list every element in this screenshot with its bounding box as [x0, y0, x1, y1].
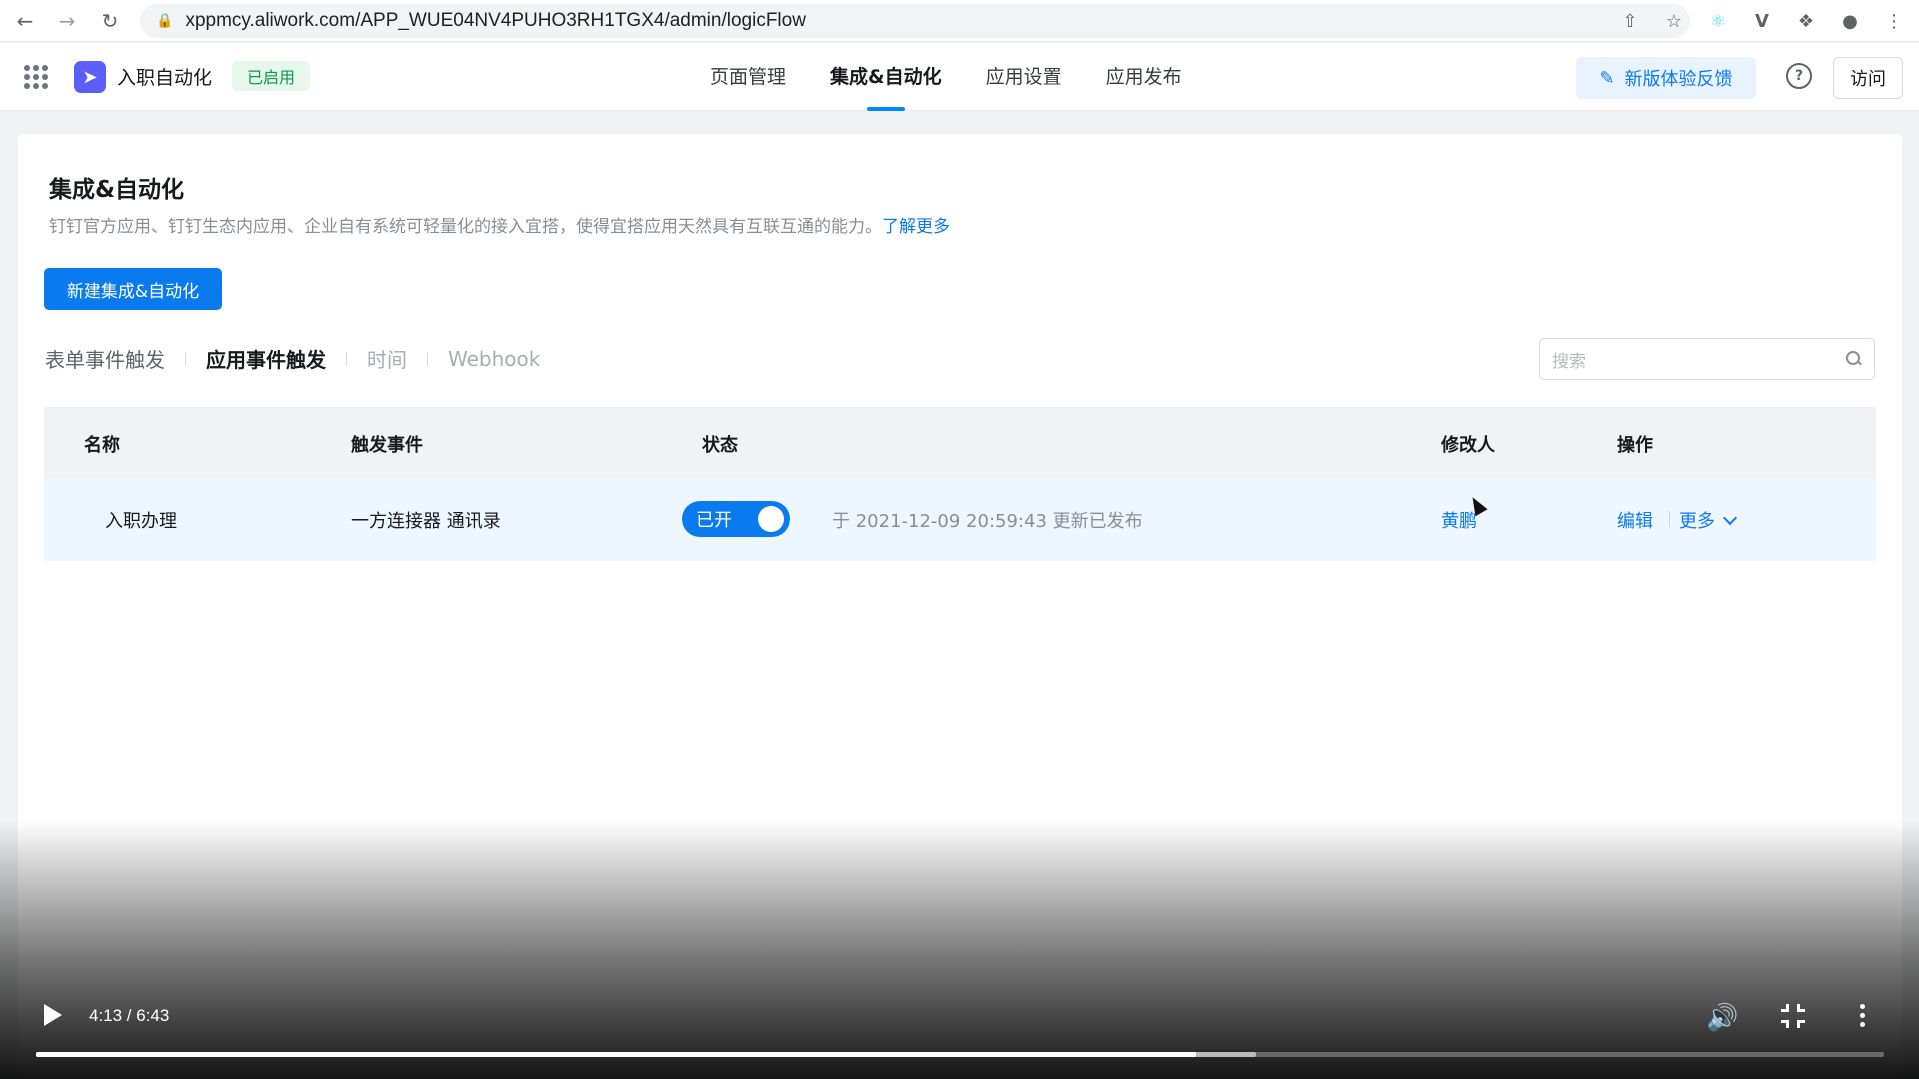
- app-header: ➤ 入职自动化 已启用 页面管理 集成&自动化 应用设置 应用发布 ✎ 新版体验…: [0, 43, 1919, 111]
- tab-divider: [185, 351, 186, 366]
- tab-form-event-trigger[interactable]: 表单事件触发: [45, 344, 165, 373]
- video-progress-fill: [36, 1052, 1197, 1057]
- tab-page-management[interactable]: 页面管理: [710, 43, 786, 111]
- search-input[interactable]: 搜索: [1539, 338, 1875, 380]
- edit-icon: ✎: [1599, 67, 1615, 89]
- extension-vue-icon[interactable]: V: [1747, 6, 1777, 36]
- volume-icon[interactable]: 🔊: [1706, 1003, 1738, 1033]
- column-header-name: 名称: [84, 435, 120, 456]
- new-integration-button[interactable]: 新建集成&自动化: [44, 268, 222, 310]
- star-icon[interactable]: ☆: [1659, 6, 1689, 36]
- page-title: 集成&自动化: [49, 177, 185, 203]
- url-text: xppmcy.aliwork.com/APP_WUE04NV4PUHO3RH1T…: [185, 10, 806, 31]
- lock-icon: 🔒: [156, 13, 174, 29]
- learn-more-link[interactable]: 了解更多: [882, 217, 950, 237]
- top-nav: 页面管理 集成&自动化 应用设置 应用发布: [710, 43, 1182, 111]
- tab-app-event-trigger[interactable]: 应用事件触发: [206, 344, 326, 373]
- table-row[interactable]: 入职办理 一方连接器 通讯录 已开 于 2021-12-09 20:59:43 …: [44, 479, 1876, 561]
- column-header-trigger: 触发事件: [351, 435, 423, 456]
- puzzle-icon[interactable]: ❖: [1791, 6, 1821, 36]
- kebab-menu-icon[interactable]: ⋮: [1879, 6, 1909, 36]
- row-name: 入职办理: [105, 511, 177, 532]
- video-time: 4:13 / 6:43: [89, 1006, 170, 1025]
- edit-link[interactable]: 编辑: [1617, 507, 1653, 533]
- tab-divider: [346, 351, 347, 366]
- tab-app-settings[interactable]: 应用设置: [986, 43, 1062, 111]
- tab-webhook-trigger[interactable]: Webhook: [448, 347, 540, 371]
- status-toggle[interactable]: 已开: [682, 501, 790, 537]
- more-dropdown[interactable]: 更多: [1679, 507, 1738, 533]
- table-header: 名称 触发事件 状态 修改人 操作: [44, 407, 1876, 479]
- arrow-left-icon[interactable]: ←: [10, 6, 40, 36]
- column-header-actions: 操作: [1617, 435, 1653, 456]
- action-divider: [1669, 511, 1670, 527]
- app-logo-icon: ➤: [74, 61, 106, 93]
- column-header-status: 状态: [702, 435, 738, 456]
- row-updated-info: 于 2021-12-09 20:59:43 更新已发布: [832, 511, 1143, 532]
- feedback-button-label: 新版体验反馈: [1624, 69, 1733, 90]
- status-toggle-label: 已开: [696, 510, 732, 531]
- app-name: 入职自动化: [117, 67, 213, 89]
- video-controls-overlay: [0, 820, 1919, 1079]
- tab-integration-automation[interactable]: 集成&自动化: [830, 43, 942, 111]
- video-progress-bar[interactable]: [36, 1052, 1884, 1057]
- tab-time-trigger[interactable]: 时间: [367, 344, 407, 373]
- browser-toolbar: ← → ↻ 🔒 xppmcy.aliwork.com/APP_WUE04NV4P…: [0, 0, 1919, 42]
- share-icon[interactable]: ⇧: [1615, 6, 1645, 36]
- video-more-icon[interactable]: [1860, 1004, 1866, 1027]
- search-placeholder: 搜索: [1552, 351, 1586, 372]
- toggle-knob: [758, 506, 784, 532]
- extension-react-icon[interactable]: ⚛: [1703, 6, 1733, 36]
- tab-divider: [427, 351, 428, 366]
- browser-actions: ⇧ ☆ ⚛ V ❖ ● ⋮: [1615, 6, 1909, 36]
- page-description-text: 钉钉官方应用、钉钉生态内应用、企业自有系统可轻量化的接入宜搭，使得宜搭应用天然具…: [49, 217, 882, 237]
- play-icon[interactable]: [44, 1004, 62, 1026]
- arrow-right-icon[interactable]: →: [52, 6, 82, 36]
- page-description: 钉钉官方应用、钉钉生态内应用、企业自有系统可轻量化的接入宜搭，使得宜搭应用天然具…: [49, 212, 950, 237]
- automation-table: 名称 触发事件 状态 修改人 操作 入职办理 一方连接器 通讯录 已开 于 20…: [44, 407, 1876, 561]
- reload-icon[interactable]: ↻: [95, 6, 125, 36]
- status-badge: 已启用: [232, 61, 311, 91]
- app-grid-icon[interactable]: [24, 65, 48, 89]
- tab-app-publish[interactable]: 应用发布: [1106, 43, 1182, 111]
- trigger-tabs: 表单事件触发 应用事件触发 时间 Webhook: [45, 344, 540, 373]
- row-trigger: 一方连接器 通讯录: [351, 511, 501, 532]
- more-label: 更多: [1679, 511, 1715, 532]
- feedback-button[interactable]: ✎ 新版体验反馈: [1576, 57, 1756, 99]
- exit-fullscreen-icon[interactable]: [1781, 1004, 1805, 1028]
- visit-button[interactable]: 访问: [1833, 57, 1903, 99]
- chevron-down-icon: [1722, 510, 1738, 526]
- help-icon[interactable]: ?: [1786, 63, 1812, 89]
- address-bar[interactable]: 🔒 xppmcy.aliwork.com/APP_WUE04NV4PUHO3RH…: [140, 4, 1690, 38]
- profile-icon[interactable]: ●: [1835, 6, 1865, 36]
- search-icon[interactable]: [1846, 351, 1862, 367]
- column-header-modifier: 修改人: [1441, 435, 1495, 456]
